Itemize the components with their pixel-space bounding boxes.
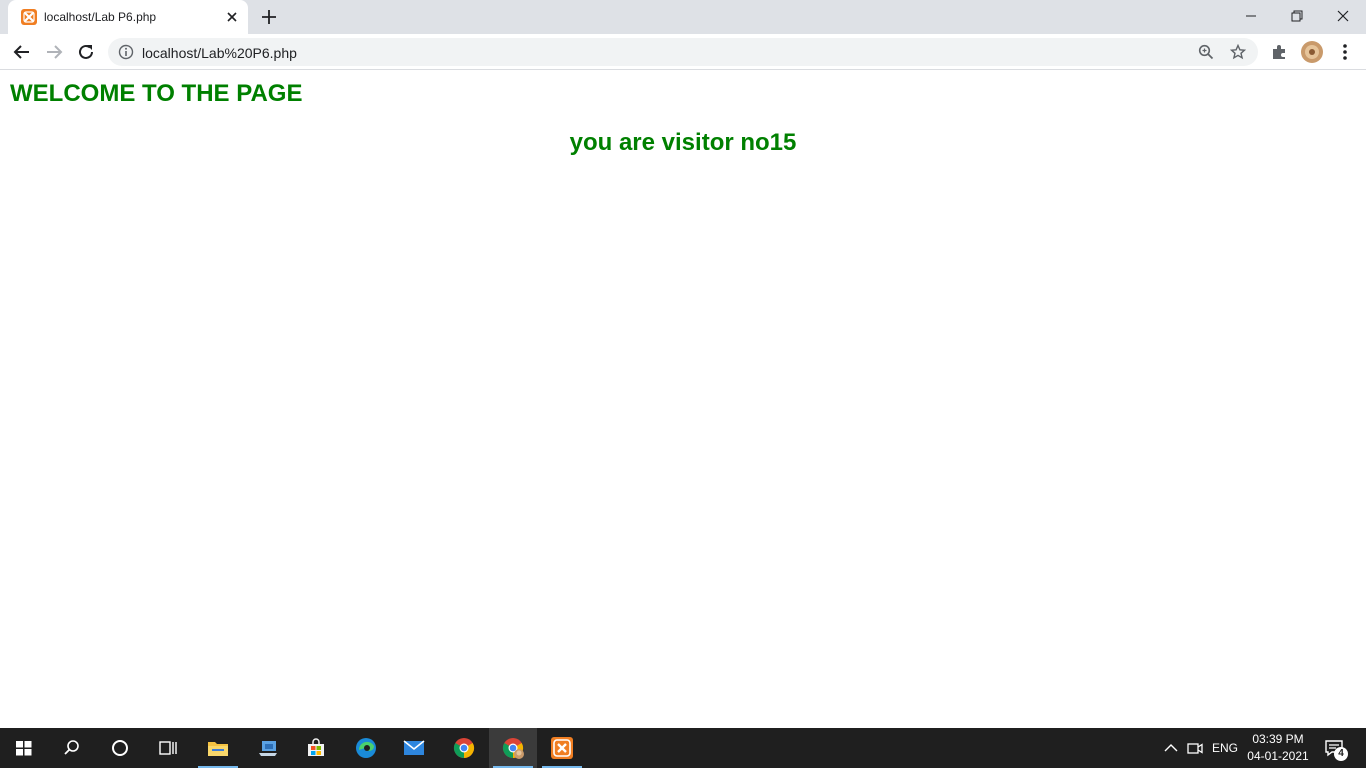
windows-start-icon[interactable]: [0, 728, 48, 768]
chevron-up-icon[interactable]: [1161, 738, 1181, 758]
chrome-icon[interactable]: [440, 728, 488, 768]
device-icon[interactable]: [244, 728, 292, 768]
file-explorer-icon[interactable]: [194, 728, 242, 768]
search-icon[interactable]: [48, 728, 96, 768]
new-tab-icon[interactable]: [260, 8, 278, 26]
windows-taskbar: ENG 03:39 PM 04-01-2021 4: [0, 728, 1366, 768]
xampp-icon: [21, 9, 37, 25]
store-icon[interactable]: [292, 728, 340, 768]
address-bar[interactable]: localhost/Lab%20P6.php: [108, 38, 1258, 66]
system-clock[interactable]: 03:39 PM 04-01-2021: [1243, 731, 1313, 765]
tab-strip: localhost/Lab P6.php: [0, 0, 1366, 34]
clock-time: 03:39 PM: [1252, 732, 1304, 746]
profile-avatar[interactable]: [1301, 41, 1323, 63]
edge-icon[interactable]: [342, 728, 390, 768]
zoom-icon[interactable]: [1198, 44, 1214, 60]
browser-tab[interactable]: localhost/Lab P6.php: [8, 0, 248, 34]
meet-now-icon[interactable]: [1185, 738, 1205, 758]
cortana-icon[interactable]: [96, 728, 144, 768]
task-view-icon[interactable]: [144, 728, 192, 768]
visitor-count-text: you are visitor no15: [569, 129, 797, 156]
restore-icon[interactable]: [1274, 0, 1320, 32]
more-vert-icon[interactable]: [1334, 41, 1356, 63]
close-window-icon[interactable]: [1320, 0, 1366, 32]
mail-icon[interactable]: [390, 728, 438, 768]
notification-count-badge: 4: [1334, 747, 1348, 761]
xampp-icon[interactable]: [538, 728, 586, 768]
forward-arrow-icon[interactable]: [43, 41, 65, 63]
extensions-icon[interactable]: [1268, 41, 1290, 63]
clock-date: 04-01-2021: [1247, 749, 1309, 763]
close-tab-icon[interactable]: [224, 9, 240, 25]
url-text[interactable]: localhost/Lab%20P6.php: [142, 45, 297, 61]
star-icon[interactable]: [1229, 43, 1247, 60]
minimize-icon[interactable]: [1228, 0, 1274, 32]
browser-toolbar: localhost/Lab%20P6.php: [0, 34, 1366, 70]
page-heading: WELCOME TO THE PAGE: [10, 80, 303, 107]
info-icon[interactable]: [118, 44, 134, 60]
tab-title: localhost/Lab P6.php: [44, 10, 157, 24]
back-arrow-icon[interactable]: [11, 41, 33, 63]
chrome-profile-icon[interactable]: [489, 728, 537, 768]
reload-icon[interactable]: [75, 41, 97, 63]
language-indicator[interactable]: ENG: [1212, 741, 1238, 755]
page-viewport: WELCOME TO THE PAGE you are visitor no15: [0, 71, 1366, 728]
